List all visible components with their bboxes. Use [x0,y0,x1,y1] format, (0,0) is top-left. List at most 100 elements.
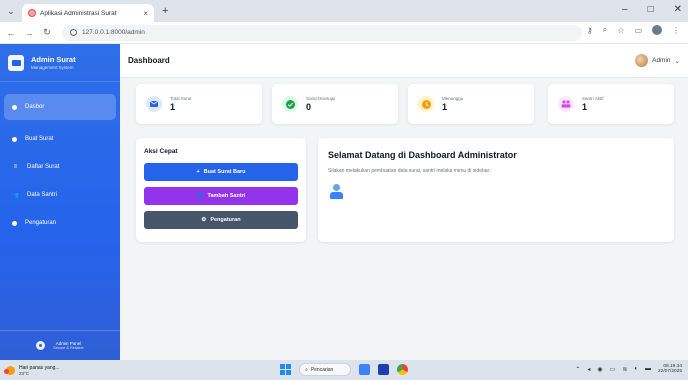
back-arrow-icon[interactable]: ← [4,28,18,38]
button-label: Tambah Santri [207,193,246,199]
url-input[interactable]: 127.0.0.1:8000/admin [62,24,582,41]
stat-value: 1 [442,102,448,112]
zoom-icon[interactable]: ⌕ [603,25,607,35]
list-icon: ≡ [13,164,18,170]
pengaturan-button[interactable]: ⚙ Pengaturan [144,211,298,229]
temperature: 23°C [19,370,30,376]
stat-card-surat-disetujui: Surat Disetujui 0 [272,84,398,124]
stat-label: Menunggu [442,96,464,101]
browser-tab-bar: ⌄ Aplikasi Administrasi Surat × + – □ ✕ [0,0,688,22]
quick-actions-card: Aksi Cepat + Buat Surat Baru 👤 Tambah Sa… [136,138,306,242]
new-tab-button[interactable]: + [162,5,168,17]
mail-icon [146,96,162,112]
button-label: Buat Surat Baru [203,169,246,175]
clock-date: 22/07/2025 [657,369,682,375]
avatar [635,54,649,67]
bookmark-star-icon[interactable]: ☆ [617,26,624,35]
tambah-santri-button[interactable]: 👤 Tambah Santri [144,187,298,205]
weather-widget[interactable]: Hari panas yang... 23°C [4,364,60,376]
sidebar-item-buat-surat[interactable]: Buat Surat [4,128,116,150]
system-tray: ⌃ ◂ ◉ ▭ ≋ ◐ ▬ 08.19.34 22/07/2025 [575,364,682,374]
weather-icon [4,365,15,375]
taskbar-search[interactable]: ⌕ Pencarian [299,363,351,376]
taskbar-apps: ⌕ Pencarian [280,363,408,376]
plus-circle-icon [12,136,17,142]
window-controls: – □ ✕ [622,4,682,15]
buat-surat-baru-button[interactable]: + Buat Surat Baru [144,163,298,181]
sidebar-item-data-santri[interactable]: 👥 Data Santri [4,184,116,206]
quick-actions-title: Aksi Cepat [144,148,178,155]
tray-network-app-icon[interactable]: ◉ [597,366,602,373]
minimize-button[interactable]: – [622,4,628,15]
sidebar-item-label: Daftar Surat [27,164,60,170]
sidebar-footer: Admin Panel Secure & Reliable [0,330,120,360]
users-icon: 👥 [11,192,20,199]
forward-arrow-icon[interactable]: → [22,28,36,38]
sidebar-item-label: Dasbor [25,104,45,110]
page-title: Dashboard [128,56,170,65]
clock-icon [418,96,434,112]
top-bar: Dashboard Admin ⌄ [120,44,688,78]
brand-subtitle: Management System [31,65,74,70]
volume-icon[interactable]: ◐ [634,366,638,372]
battery-icon[interactable]: ▬ [645,366,651,372]
tray-display-icon[interactable]: ▭ [610,366,616,373]
url-text: 127.0.0.1:8000/admin [82,29,145,36]
photos-app-icon[interactable] [378,364,389,375]
shield-icon [36,341,46,350]
wifi-icon[interactable]: ≋ [622,366,627,373]
tray-chevron-icon[interactable]: ⌃ [575,366,580,373]
chevron-down-icon: ⌄ [674,57,680,65]
clock[interactable]: 08.19.34 22/07/2025 [658,364,682,374]
stat-value: 1 [582,102,588,112]
sidebar-item-label: Data Santri [27,192,58,198]
sidebar-item-pengaturan[interactable]: Pengaturan [4,212,116,234]
welcome-text: Silakan melakukan pembuatan data surat, … [328,168,491,174]
browser-menu-icon[interactable]: ⋮ [672,26,680,35]
dashboard-icon [12,104,17,110]
search-label: Pencarian [310,366,334,373]
sidebar-item-label: Buat Surat [25,136,54,142]
sidebar-item-daftar-surat[interactable]: ≡ Daftar Surat [4,156,116,178]
address-bar-row: ← → ↻ 127.0.0.1:8000/admin ⚷ ⌕ ☆ ▭ ⋮ [0,22,688,44]
button-label: Pengaturan [210,217,241,223]
tab-list-chevron-icon[interactable]: ⌄ [0,0,22,22]
brand: Admin Surat Management System [0,44,120,82]
maximize-button[interactable]: □ [648,4,654,15]
close-window-button[interactable]: ✕ [674,4,682,15]
site-info-icon[interactable] [70,29,77,36]
stat-label: Total Surat [170,96,192,101]
tray-app-icon[interactable]: ◂ [587,366,590,373]
stat-value: 1 [170,102,176,112]
main-content: Total Surat 1 Surat Disetujui 0 Menunggu… [120,78,688,360]
brand-title: Admin Surat [31,55,76,64]
windows-start-icon[interactable] [280,364,291,375]
footer-subtitle: Secure & Reliable [53,346,84,350]
favicon-icon [28,9,36,17]
welcome-card: Selamat Datang di Dashboard Administrato… [318,138,674,242]
stat-label: Surat Disetujui [306,96,336,101]
tab-title: Aplikasi Administrasi Surat [40,9,117,17]
search-icon: ⌕ [305,366,308,373]
admin-user-icon [328,184,344,200]
password-key-icon[interactable]: ⚷ [587,26,593,35]
weather-text: Hari panas yang... [19,364,60,371]
sidebar-item-dasbor[interactable]: Dasbor [4,94,116,120]
users-icon [558,96,574,112]
sidebar-panel-icon[interactable]: ▭ [634,26,642,35]
user-plus-icon: 👤 [196,193,204,199]
user-menu[interactable]: Admin ⌄ [635,54,680,67]
browser-tab[interactable]: Aplikasi Administrasi Surat × [22,4,154,22]
user-name: Admin [652,57,671,64]
file-explorer-icon[interactable] [359,364,370,375]
stat-card-menunggu: Menunggu 1 [408,84,534,124]
tab-close-icon[interactable]: × [143,9,148,18]
chrome-icon[interactable] [397,364,408,375]
gear-icon: ⚙ [201,217,207,223]
mail-logo-icon [8,54,24,71]
reload-icon[interactable]: ↻ [40,27,54,38]
stat-card-total-surat: Total Surat 1 [136,84,262,124]
profile-avatar-icon[interactable] [652,25,662,35]
check-icon [282,96,298,112]
os-taskbar: Hari panas yang... 23°C ⌕ Pencarian ⌃ ◂ … [0,360,688,380]
